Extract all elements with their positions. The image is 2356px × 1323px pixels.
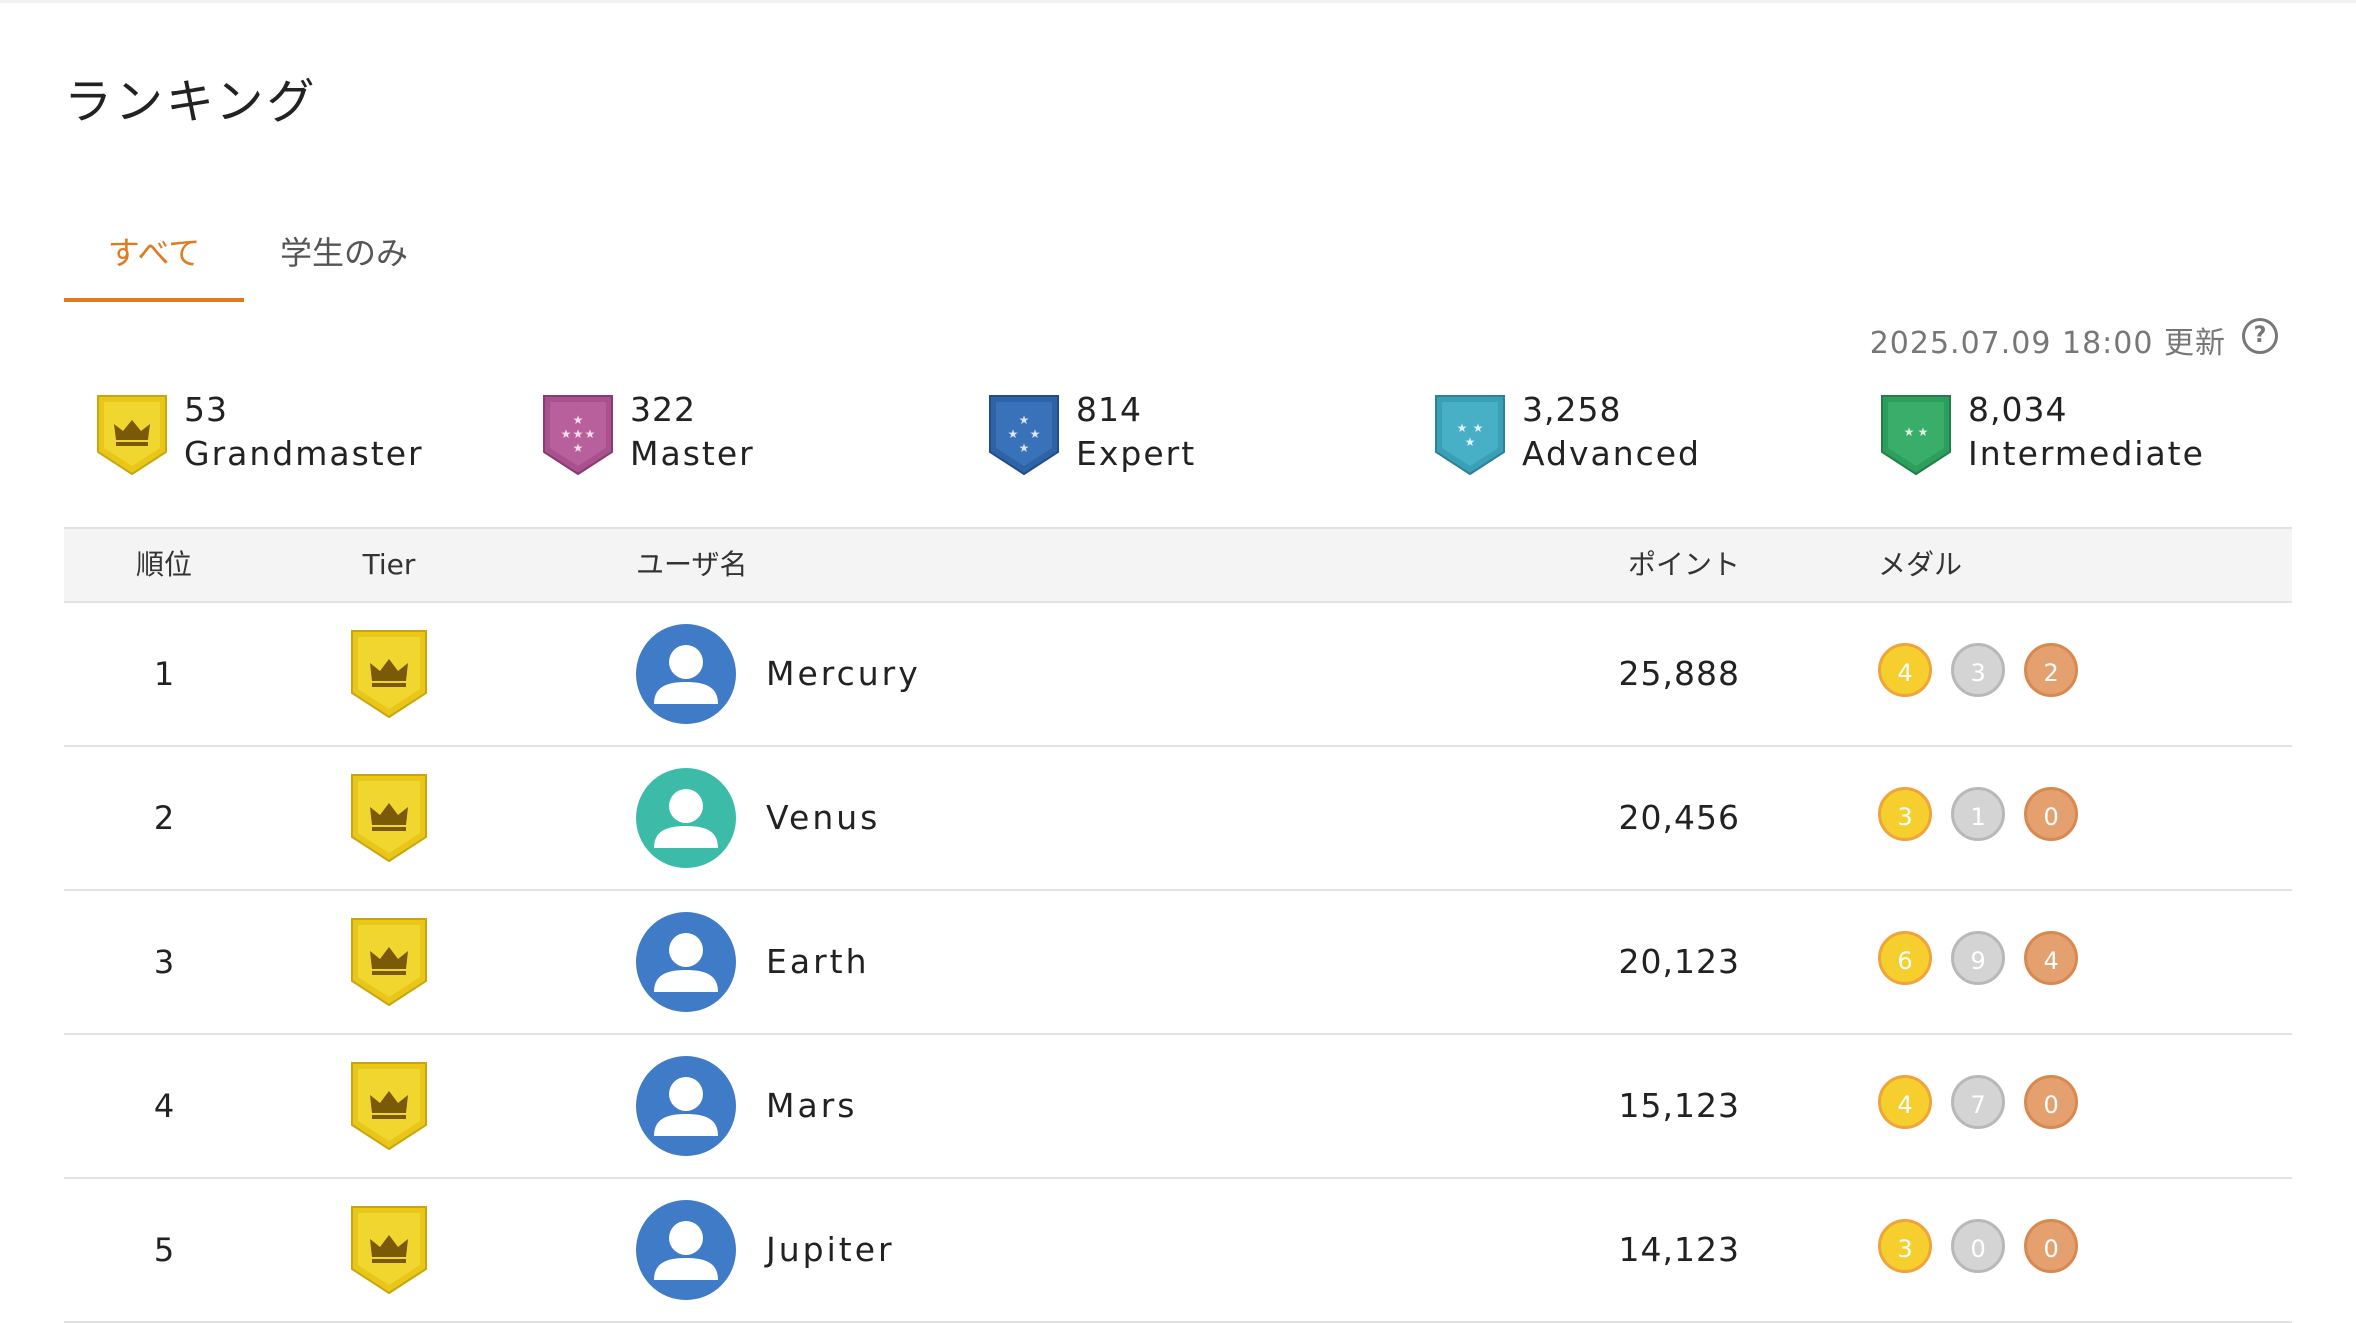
table-row[interactable]: 2 Venus 20,456 3 1 0	[64, 747, 2292, 891]
header-tier: Tier	[362, 548, 416, 581]
username-link[interactable]: Jupiter	[766, 1179, 895, 1321]
tier-name: Master	[630, 434, 755, 473]
grandmaster-crown-shield-icon	[351, 918, 427, 1007]
tier-count: 322	[630, 390, 696, 429]
advanced-star-shield-icon: ★ ★ ★	[1435, 395, 1505, 476]
expert-star-shield-icon: ★ ★ ★ ★	[989, 395, 1059, 476]
updated-timestamp: 2025.07.09 18:00 更新	[1869, 326, 2226, 361]
rank-number: 1	[153, 655, 175, 693]
rank-number: 5	[153, 1231, 175, 1269]
gold-medal-icon: 4	[1878, 1075, 1932, 1129]
grandmaster-crown-shield-icon	[351, 630, 427, 719]
points-value: 14,123	[1618, 1230, 1740, 1269]
bronze-medal-icon: 2	[2024, 643, 2079, 697]
avatar[interactable]	[636, 1200, 736, 1300]
gold-medal-icon: 3	[1878, 787, 1932, 841]
page-title: ランキング	[64, 74, 318, 130]
tier-count: 3,258	[1522, 390, 1622, 429]
bronze-medal-icon: 0	[2024, 787, 2079, 841]
medal-counts: 3 1 0	[1878, 787, 2092, 847]
tier-name: Intermediate	[1968, 434, 2205, 473]
grandmaster-crown-shield-icon	[351, 1062, 427, 1151]
svg-text:★: ★	[1019, 413, 1030, 427]
tier-name: Expert	[1076, 434, 1197, 473]
table-row[interactable]: 1 Mercury 25,888 4 3 2	[64, 603, 2292, 747]
tab-bar: すべて 学生のみ	[64, 220, 464, 302]
svg-text:★: ★	[1904, 425, 1915, 439]
silver-medal-icon: 0	[1951, 1219, 2006, 1273]
medal-counts: 4 3 2	[1878, 643, 2092, 703]
silver-medal-icon: 7	[1951, 1075, 2006, 1129]
help-circle-icon[interactable]: ?	[2242, 318, 2278, 354]
rank-number: 3	[153, 943, 175, 981]
gold-medal-icon: 4	[1878, 643, 1932, 697]
username-link[interactable]: Earth	[766, 891, 870, 1033]
medal-counts: 3 0 0	[1878, 1219, 2092, 1279]
username-link[interactable]: Mercury	[766, 603, 921, 745]
tab-students-only[interactable]: 学生のみ	[264, 220, 424, 298]
top-divider	[0, 0, 2356, 3]
points-value: 20,456	[1618, 798, 1740, 837]
rank-number: 4	[153, 1087, 175, 1125]
bronze-medal-icon: 0	[2024, 1219, 2079, 1273]
tab-all[interactable]: すべて	[64, 220, 244, 302]
tier-count: 8,034	[1968, 390, 2068, 429]
gold-medal-icon: 3	[1878, 1219, 1932, 1273]
medal-counts: 6 9 4	[1878, 931, 2092, 991]
table-row[interactable]: 4 Mars 15,123 4 7 0	[64, 1035, 2292, 1179]
svg-text:★: ★	[573, 441, 584, 455]
points-value: 15,123	[1618, 1086, 1740, 1125]
svg-text:★: ★	[573, 413, 584, 427]
tier-name: Advanced	[1522, 434, 1702, 473]
silver-medal-icon: 1	[1951, 787, 2006, 841]
svg-text:★: ★	[1918, 425, 1929, 439]
header-user: ユーザ名	[636, 548, 748, 581]
tier-summary: 53 Grandmaster ★ ★ ★ ★ ★ 322 Master ★ ★ …	[96, 390, 2296, 480]
tier-count: 814	[1076, 390, 1142, 429]
svg-text:★: ★	[561, 427, 572, 441]
avatar[interactable]	[636, 1056, 736, 1156]
header-rank: 順位	[135, 548, 192, 581]
bronze-medal-icon: 4	[2024, 931, 2079, 985]
username-link[interactable]: Mars	[766, 1035, 857, 1177]
header-medals: メダル	[1878, 548, 1963, 581]
svg-text:★: ★	[1019, 441, 1030, 455]
svg-text:★: ★	[1008, 427, 1019, 441]
medal-counts: 4 7 0	[1878, 1075, 2092, 1135]
rank-number: 2	[153, 799, 175, 837]
grandmaster-crown-shield-icon	[97, 395, 167, 476]
table-row[interactable]: 5 Jupiter 14,123 3 0 0	[64, 1179, 2292, 1323]
tier-name: Grandmaster	[184, 434, 424, 473]
svg-text:★: ★	[573, 427, 584, 441]
silver-medal-icon: 9	[1951, 931, 2006, 985]
svg-text:★: ★	[585, 427, 596, 441]
avatar[interactable]	[636, 912, 736, 1012]
grandmaster-crown-shield-icon	[351, 1206, 427, 1295]
table-row[interactable]: 3 Earth 20,123 6 9 4	[64, 891, 2292, 1035]
avatar[interactable]	[636, 768, 736, 868]
master-star-shield-icon: ★ ★ ★ ★ ★	[543, 395, 613, 476]
tier-count: 53	[184, 390, 228, 429]
bronze-medal-icon: 0	[2024, 1075, 2079, 1129]
username-link[interactable]: Venus	[766, 747, 880, 889]
svg-text:★: ★	[1465, 435, 1476, 449]
points-value: 25,888	[1618, 654, 1740, 693]
gold-medal-icon: 6	[1878, 931, 1932, 985]
header-points: ポイント	[1627, 548, 1740, 581]
svg-text:★: ★	[1473, 421, 1484, 435]
table-header: 順位 Tier ユーザ名 ポイント メダル	[64, 527, 2292, 603]
svg-text:★: ★	[1457, 421, 1468, 435]
silver-medal-icon: 3	[1951, 643, 2006, 697]
avatar[interactable]	[636, 624, 736, 724]
svg-text:★: ★	[1030, 427, 1041, 441]
ranking-table: 順位 Tier ユーザ名 ポイント メダル 1 Mercury 25,888 4…	[64, 527, 2292, 1323]
points-value: 20,123	[1618, 942, 1740, 981]
intermediate-star-shield-icon: ★ ★	[1881, 395, 1951, 476]
grandmaster-crown-shield-icon	[351, 774, 427, 863]
